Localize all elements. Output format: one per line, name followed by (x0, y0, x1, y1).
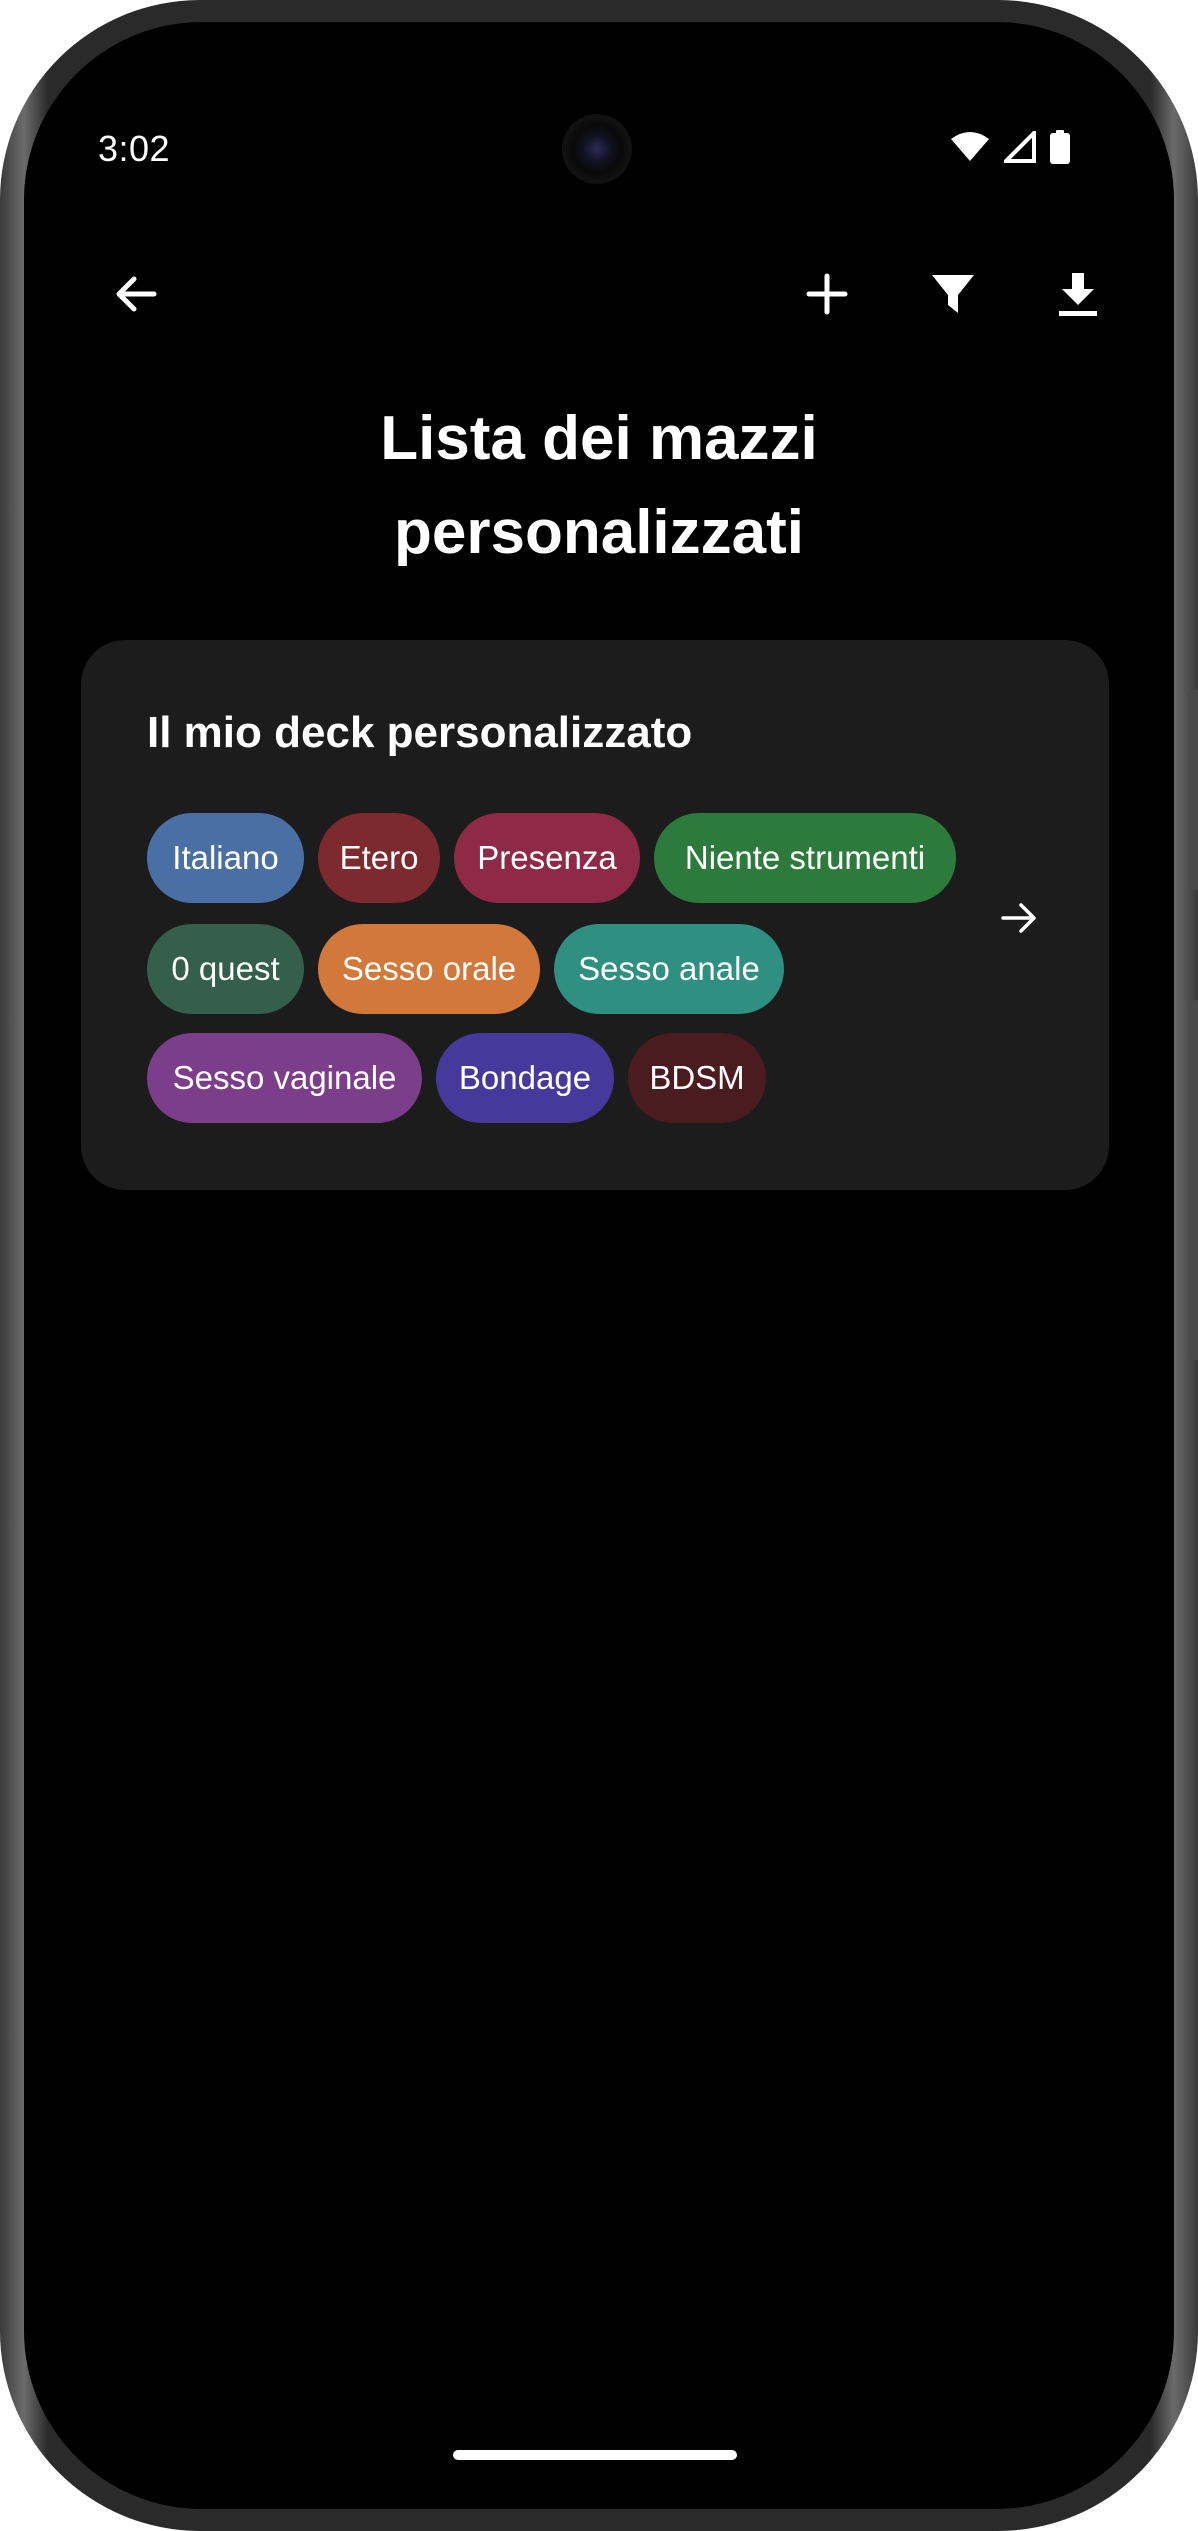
filter-button[interactable] (921, 264, 985, 328)
tag-chip: Niente strumenti (654, 813, 956, 903)
screen: 3:02 Lista dei mazzi personalizzati Il m… (24, 22, 1174, 2509)
tag-chip: Sesso anale (554, 924, 784, 1014)
wifi-icon (950, 131, 990, 168)
deck-name: Il mio deck personalizzato (147, 708, 693, 757)
tag-chip: Italiano (147, 813, 304, 903)
tag-chip: Sesso vaginale (147, 1033, 422, 1123)
back-button[interactable] (104, 264, 168, 328)
cellular-signal-icon (1001, 128, 1036, 168)
status-time: 3:02 (98, 128, 171, 169)
status-bar: 3:02 (24, 22, 1174, 222)
tag-chip: Etero (318, 813, 440, 903)
battery-icon (1050, 130, 1070, 169)
open-deck-button[interactable] (989, 890, 1049, 950)
status-icons (950, 128, 1070, 169)
tag-chip: Presenza (454, 813, 640, 903)
power-button (1188, 690, 1198, 890)
filter-icon (930, 271, 976, 322)
home-indicator[interactable] (453, 2450, 737, 2460)
arrow-right-icon (999, 898, 1039, 943)
arrow-left-icon (112, 270, 160, 323)
tag-chip: 0 quest (147, 924, 304, 1014)
add-deck-button[interactable] (795, 264, 859, 328)
tag-chip: BDSM (628, 1033, 766, 1123)
plus-icon (805, 272, 849, 321)
front-camera (566, 118, 628, 180)
download-icon (1057, 271, 1099, 322)
top-app-bar (24, 244, 1174, 344)
download-button[interactable] (1046, 264, 1110, 328)
deck-card[interactable]: Il mio deck personalizzato Italiano Eter… (81, 640, 1109, 1190)
tag-chip: Sesso orale (318, 924, 540, 1014)
phone-frame: 3:02 Lista dei mazzi personalizzati Il m… (0, 0, 1198, 2531)
tag-chip: Bondage (436, 1033, 614, 1123)
page-title: Lista dei mazzi personalizzati (24, 392, 1174, 580)
page-title-line2: personalizzati (394, 498, 804, 567)
volume-button (1188, 1000, 1198, 1360)
page-title-line1: Lista dei mazzi (380, 404, 818, 473)
